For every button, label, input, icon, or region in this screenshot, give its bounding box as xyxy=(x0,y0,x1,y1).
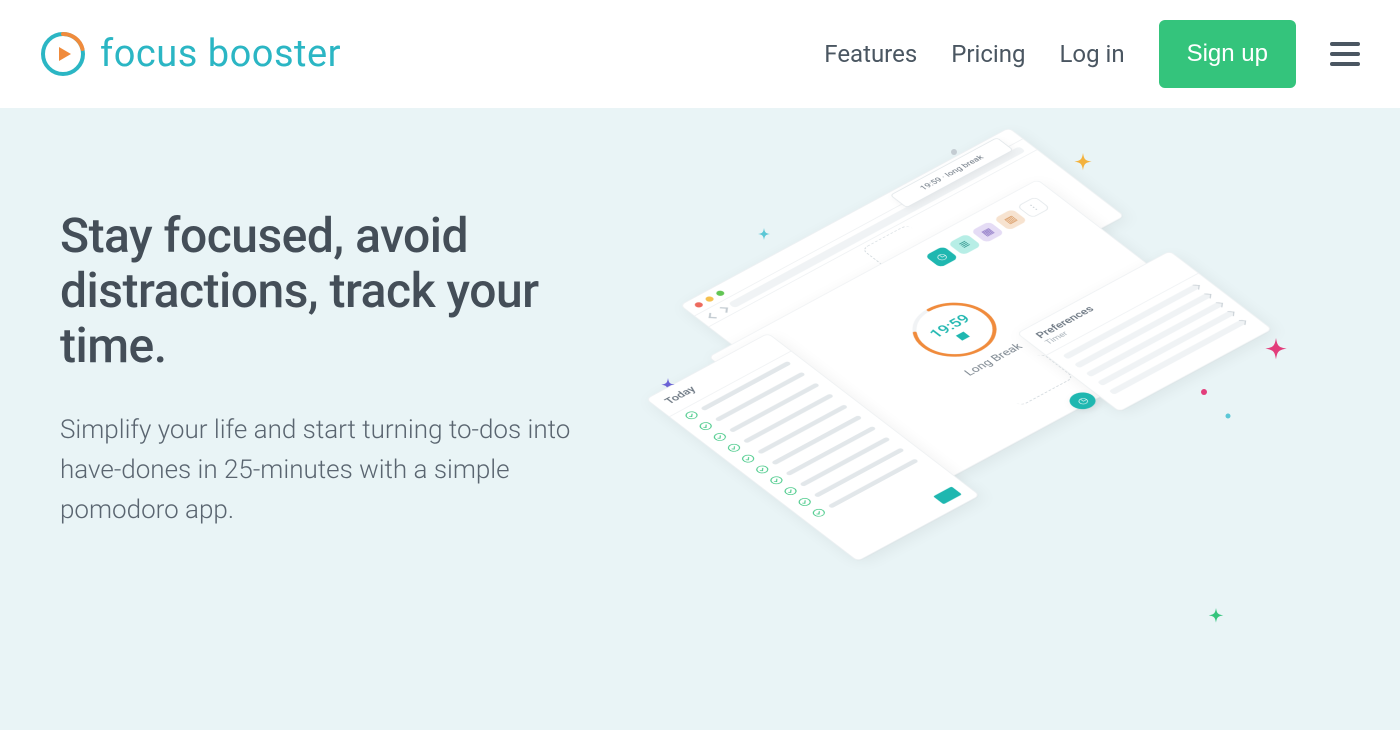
check-icon xyxy=(768,475,785,486)
play-ring-icon xyxy=(40,31,86,77)
stop-icon xyxy=(955,331,969,340)
signup-button[interactable]: Sign up xyxy=(1159,20,1296,88)
pomodoro-timer-ring: 19:59 xyxy=(891,289,1018,371)
prefs-heading: Preferences xyxy=(1018,251,1186,345)
chevron-left-icon xyxy=(708,313,717,319)
window-traffic-lights xyxy=(681,128,1023,316)
list-item xyxy=(740,403,850,464)
clock-badge-icon: ◷ xyxy=(1064,389,1101,413)
list-item xyxy=(754,414,864,475)
brand-logo[interactable]: focus booster xyxy=(40,31,341,77)
check-icon xyxy=(711,432,728,443)
nav-login[interactable]: Log in xyxy=(1059,40,1124,68)
timer-mode-label: Long Break xyxy=(954,337,1033,382)
dot-icon xyxy=(950,148,958,156)
today-heading: Today xyxy=(647,334,791,417)
brand-name: focus booster xyxy=(100,32,341,76)
prefs-subheading: Timer xyxy=(1034,264,1199,356)
connector-line xyxy=(989,353,1075,407)
clock-icon: ◷ xyxy=(925,246,959,268)
list-item xyxy=(683,359,793,420)
dot-icon xyxy=(1225,413,1231,419)
close-icon xyxy=(693,301,704,308)
check-icon xyxy=(810,507,827,518)
sparkle-icon xyxy=(1070,153,1096,179)
sparkle-icon xyxy=(755,228,773,246)
check-icon xyxy=(796,497,813,508)
nav-features[interactable]: Features xyxy=(824,40,917,68)
sparkle-icon xyxy=(658,378,678,398)
list-item xyxy=(810,457,920,518)
illustration-app-window: ◷ ≣ ▦ ▥ ⋮ 19:59 Long Break xyxy=(708,179,1230,504)
site-header: focus booster Features Pricing Log in Si… xyxy=(0,0,1400,108)
nav-pricing[interactable]: Pricing xyxy=(951,40,1025,68)
check-icon xyxy=(754,464,771,475)
tag-chip xyxy=(933,486,962,504)
list-item xyxy=(711,381,821,442)
more-icon: ⋮ xyxy=(1017,196,1051,218)
dot-icon xyxy=(1200,388,1208,396)
calendar-icon: ▦ xyxy=(971,221,1005,243)
timer-value: 19:59 xyxy=(926,312,974,341)
zoom-icon xyxy=(714,289,725,296)
mini-timer-pill: 19:59 · long break xyxy=(890,137,1014,208)
hero-subhead: Simplify your life and start turning to-… xyxy=(60,410,620,531)
sparkle-icon xyxy=(1260,338,1292,370)
check-icon xyxy=(782,486,799,497)
list-item xyxy=(768,424,878,485)
sparkle-icon xyxy=(1205,608,1227,630)
illustration-today-panel: Today xyxy=(645,333,980,562)
illustration-preferences-panel: Preferences Timer xyxy=(1016,251,1272,412)
list-item xyxy=(782,435,892,496)
minimize-icon xyxy=(704,295,715,302)
hero-illustration: 19:59 · long break ◷ ≣ ▦ ▥ ⋮ xyxy=(640,178,1360,698)
chart-icon: ▥ xyxy=(994,209,1028,231)
pref-row xyxy=(1097,310,1235,386)
pref-row xyxy=(1062,283,1200,359)
list-item xyxy=(796,446,906,507)
check-icon xyxy=(683,410,700,421)
check-icon xyxy=(726,442,743,453)
app-toolbar-chips: ◷ ≣ ▦ ▥ ⋮ xyxy=(925,196,1051,267)
list-item xyxy=(726,392,836,453)
pref-row xyxy=(1086,301,1224,377)
hero-section: Stay focused, avoid distractions, track … xyxy=(0,108,1400,730)
list-item xyxy=(697,370,807,431)
check-icon xyxy=(740,453,757,464)
check-icon xyxy=(697,421,714,432)
hero-headline: Stay focused, avoid distractions, track … xyxy=(60,208,620,374)
pref-row xyxy=(1074,292,1212,368)
browser-url-bar xyxy=(695,139,1037,327)
hamburger-menu-icon[interactable] xyxy=(1330,42,1360,66)
primary-nav: Features Pricing Log in Sign up xyxy=(824,20,1360,88)
connector-line xyxy=(861,224,946,278)
list-icon: ≣ xyxy=(948,234,982,256)
pref-row xyxy=(1109,319,1247,395)
hero-copy: Stay focused, avoid distractions, track … xyxy=(60,208,620,730)
chevron-right-icon xyxy=(719,307,728,313)
illustration-browser-window: 19:59 · long break xyxy=(680,127,1125,393)
